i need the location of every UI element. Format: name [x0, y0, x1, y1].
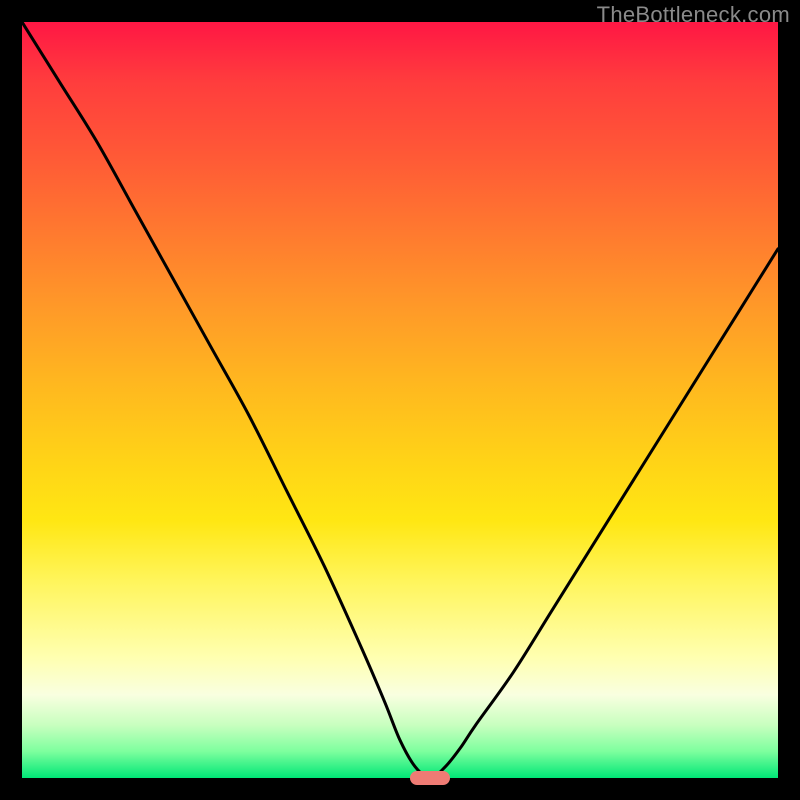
watermark-text: TheBottleneck.com	[597, 2, 790, 28]
curve-path	[22, 22, 778, 778]
plot-area	[22, 22, 778, 778]
optimal-marker	[410, 771, 450, 785]
chart-frame: TheBottleneck.com	[0, 0, 800, 800]
bottleneck-curve	[22, 22, 778, 778]
